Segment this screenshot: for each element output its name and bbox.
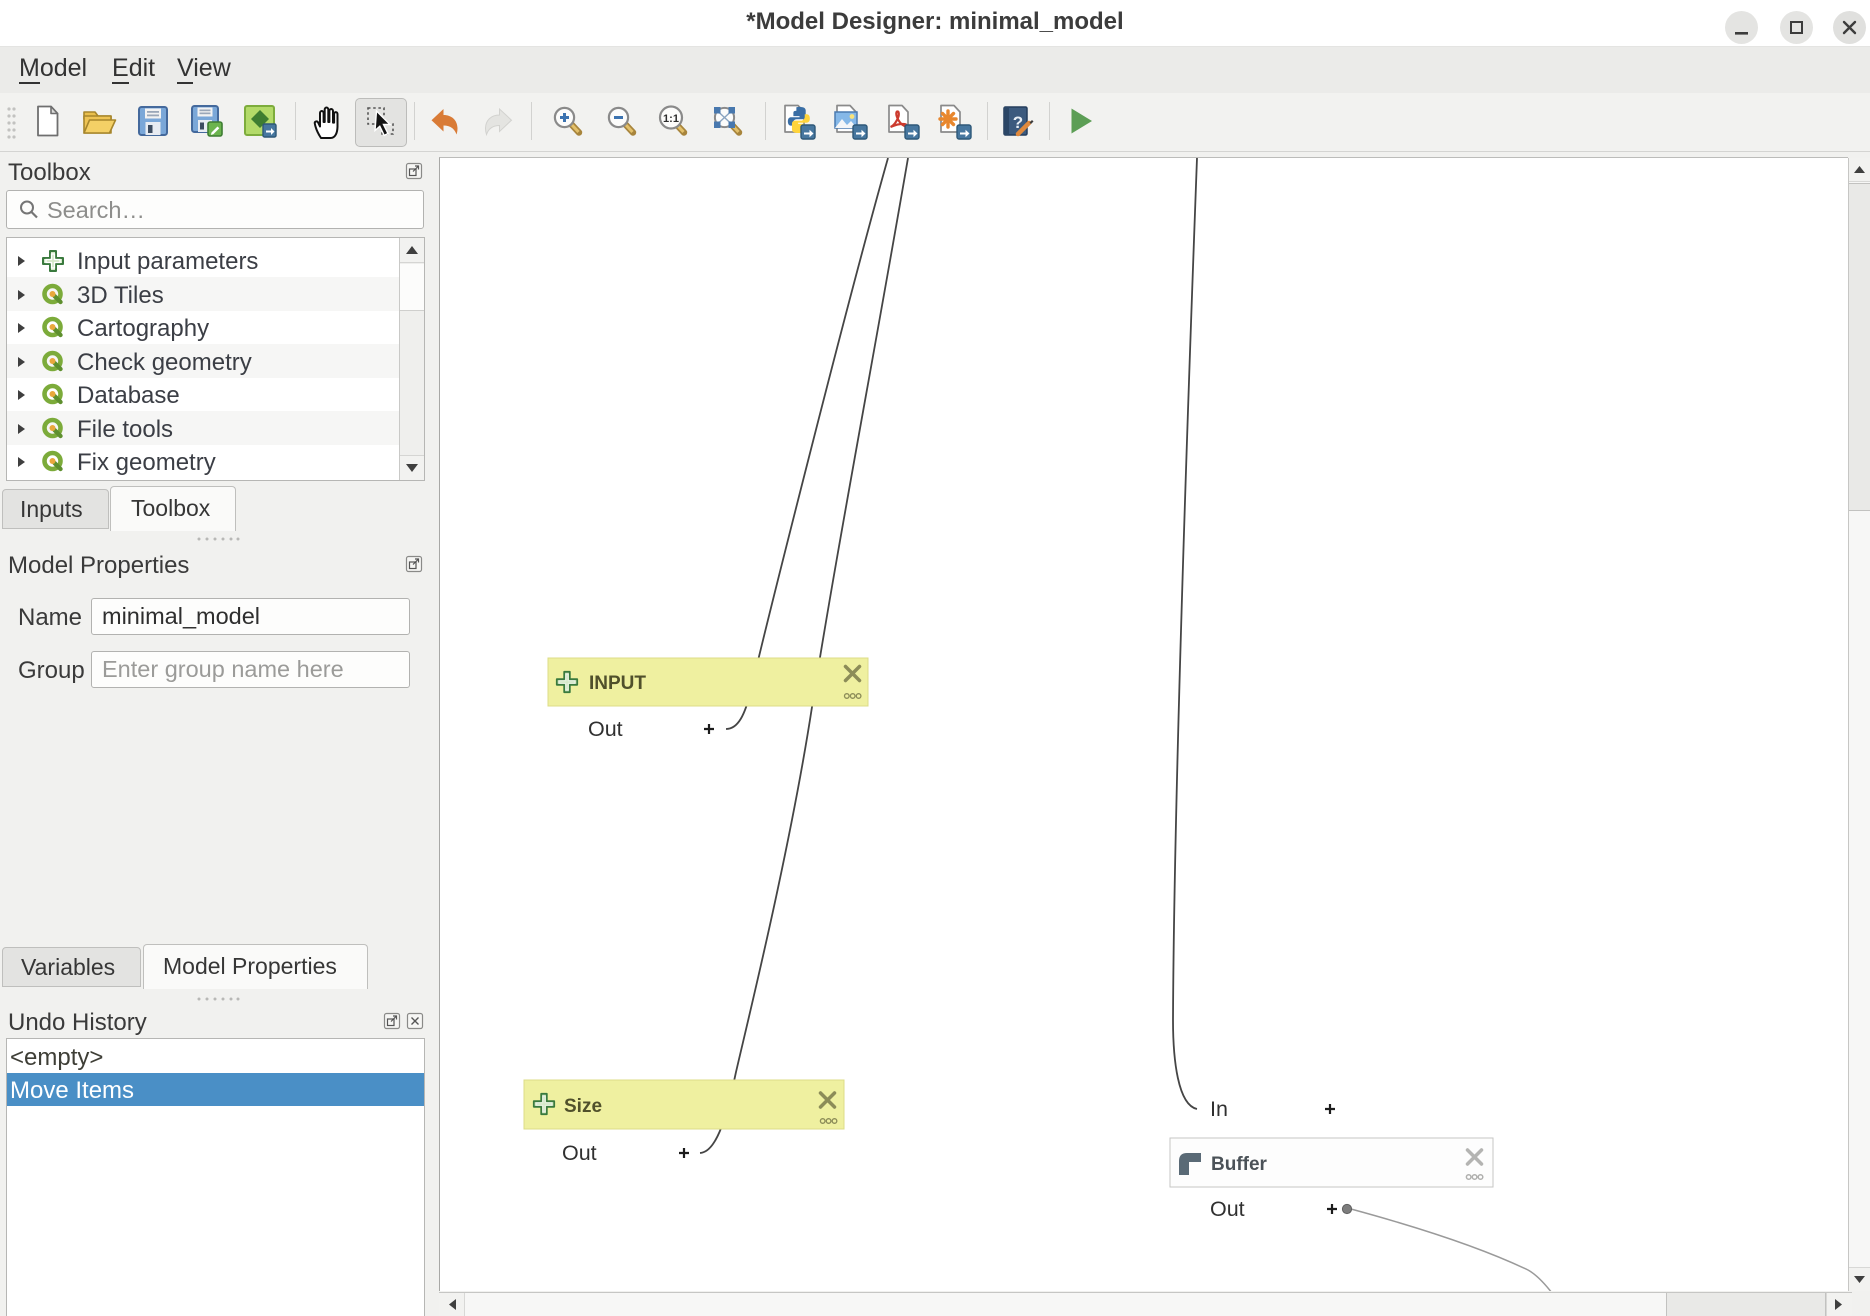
svg-text:In: In xyxy=(1210,1097,1228,1121)
svg-text:Out: Out xyxy=(562,1141,597,1165)
svg-text:Buffer: Buffer xyxy=(1211,1154,1268,1175)
svg-text:1:1: 1:1 xyxy=(663,113,679,125)
svg-text:INPUT: INPUT xyxy=(589,673,646,694)
svg-text:Out: Out xyxy=(588,717,623,741)
svg-text:Size: Size xyxy=(564,1096,602,1117)
svg-text:Out: Out xyxy=(1210,1197,1245,1221)
